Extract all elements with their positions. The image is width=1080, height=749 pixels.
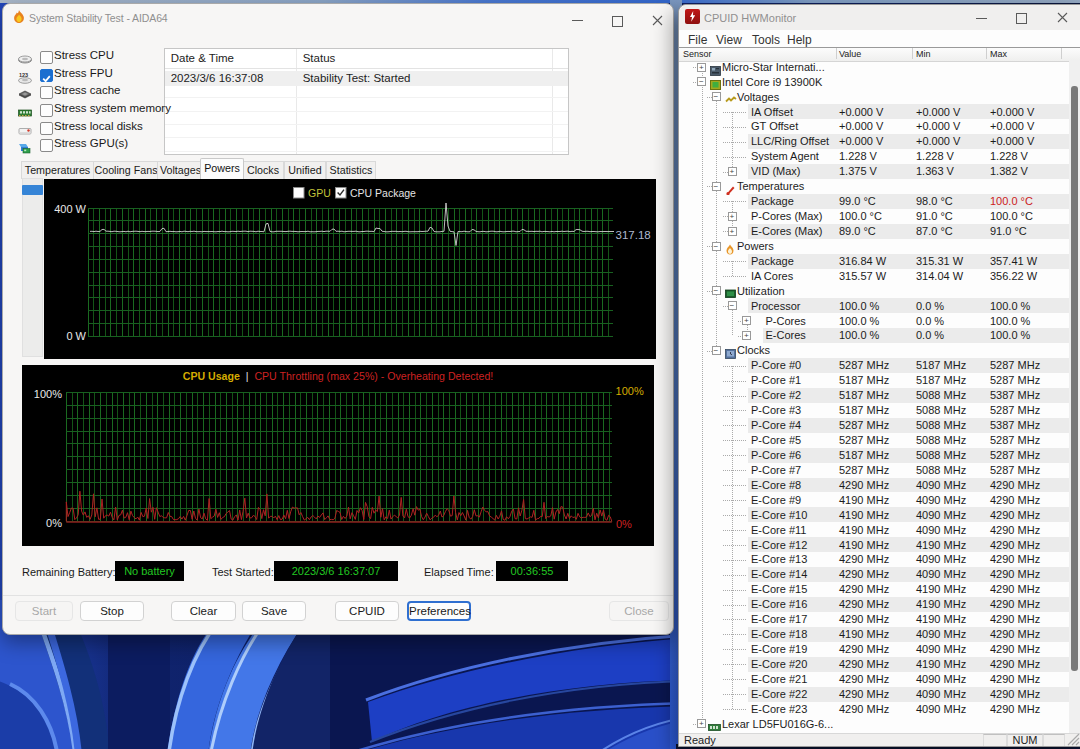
- svg-text:123: 123: [19, 72, 28, 78]
